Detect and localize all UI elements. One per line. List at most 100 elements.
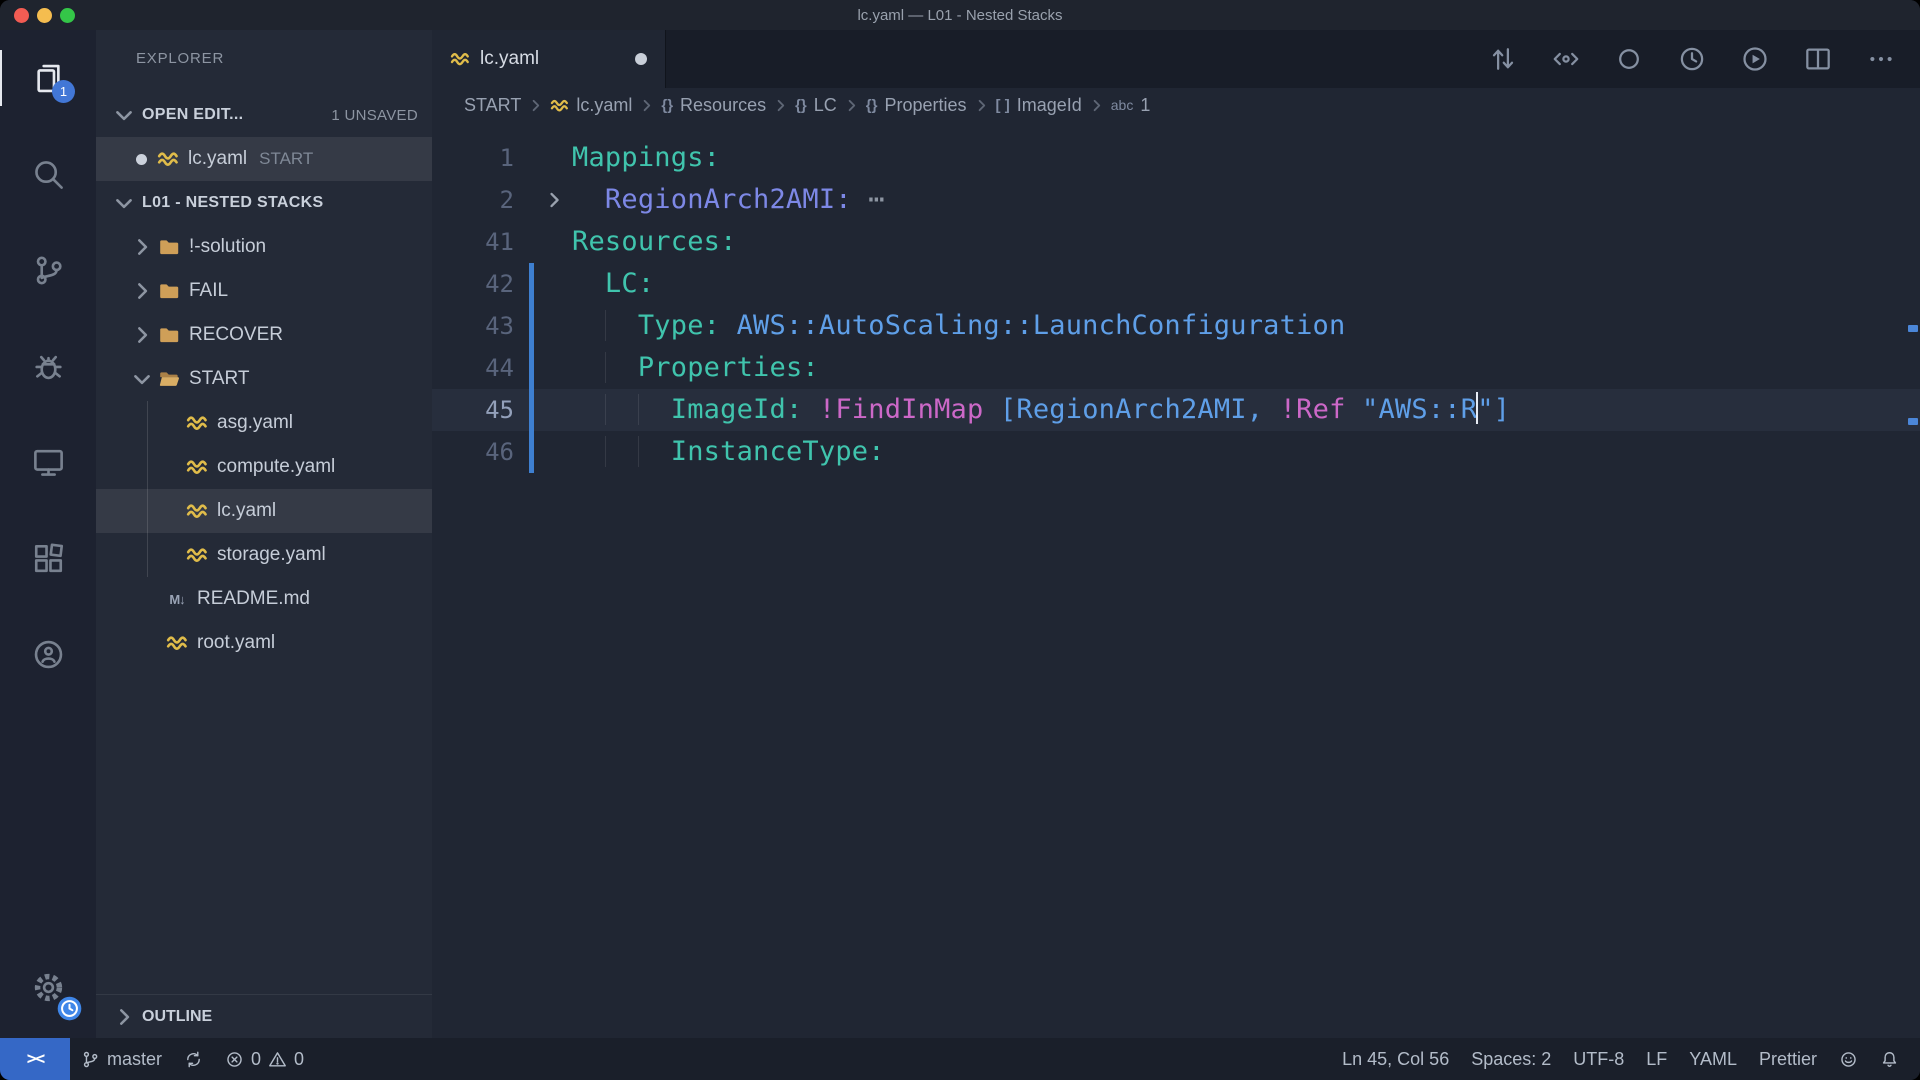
code-text[interactable]: Resources:: [572, 221, 737, 263]
tree-item-root-yaml[interactable]: root.yaml: [96, 621, 432, 665]
md-file-icon: M↓: [169, 591, 185, 607]
sync-button[interactable]: [173, 1038, 214, 1080]
indentation-status[interactable]: Spaces: 2: [1460, 1038, 1562, 1080]
source-control-icon: [31, 253, 66, 288]
line-number[interactable]: 44: [432, 347, 528, 389]
file-name: asg.yaml: [217, 412, 294, 433]
explorer-rows: OPEN EDIT... 1 UNSAVED lc.yaml START L01 - N…: [96, 93, 432, 665]
remote-indicator[interactable]: ><: [0, 1038, 70, 1080]
split-editor-button[interactable]: [1786, 30, 1849, 88]
cursor-position-status[interactable]: Ln 45, Col 56: [1331, 1038, 1460, 1080]
line-number[interactable]: 41: [432, 221, 528, 263]
file-history-button[interactable]: [1660, 30, 1723, 88]
breadcrumb-separator-icon: [527, 97, 544, 114]
line-number[interactable]: 43: [432, 305, 528, 347]
tab-bar: lc.yaml: [432, 30, 1920, 88]
activity-search[interactable]: [0, 126, 96, 222]
outline-section[interactable]: OUTLINE: [96, 994, 432, 1038]
code-line-41: 41 Resources:: [432, 221, 1920, 263]
line-number[interactable]: 1: [432, 137, 528, 179]
modified-line-indicator: [528, 263, 536, 305]
bell-icon: [1880, 1050, 1899, 1069]
code-line-46: 46 InstanceType:: [432, 431, 1920, 473]
code-lens-button[interactable]: [1534, 30, 1597, 88]
status-right: Ln 45, Col 56 Spaces: 2 UTF-8 LF YAML Pr…: [1331, 1038, 1920, 1080]
breadcrumb-lc[interactable]: {} LC: [793, 95, 839, 116]
code-text[interactable]: LC:: [572, 263, 654, 305]
breadcrumb-start[interactable]: START: [462, 95, 523, 116]
circle-button[interactable]: [1597, 30, 1660, 88]
code-text[interactable]: ImageId: !FindInMap [RegionArch2AMI, !Re…: [572, 389, 1510, 431]
yaml-file-icon: [550, 96, 569, 115]
line-number[interactable]: 2: [432, 179, 528, 221]
feedback-button[interactable]: [1828, 1038, 1869, 1080]
tree-item-fail[interactable]: FAIL: [96, 269, 432, 313]
zoom-button[interactable]: [60, 7, 75, 23]
section-label: L01 - NESTED STACKS: [142, 194, 324, 211]
tree-item-solution[interactable]: !-solution: [96, 225, 432, 269]
breadcrumbs: START lc.yaml {} Resources {} LC {} Properties […: [432, 88, 1920, 122]
code-text[interactable]: RegionArch2AMI: ⋯: [572, 179, 885, 221]
language-status[interactable]: YAML: [1678, 1038, 1748, 1080]
editor-content[interactable]: 1 Mappings: 2 RegionArch2AMI: ⋯ 41 Resources…: [432, 122, 1920, 1038]
minimize-button[interactable]: [37, 7, 52, 23]
activity-extensions[interactable]: [0, 510, 96, 606]
fold-space: [536, 221, 572, 263]
activity-explorer[interactable]: 1: [0, 30, 96, 126]
clock-badge-icon: [56, 995, 83, 1022]
git-branch-icon: [81, 1050, 100, 1069]
smiley-icon: [1839, 1050, 1858, 1069]
tree-item-readme-md[interactable]: M↓ README.md: [96, 577, 432, 621]
compare-changes-button[interactable]: [1471, 30, 1534, 88]
line-number[interactable]: 45: [432, 389, 528, 431]
activity-source-control[interactable]: [0, 222, 96, 318]
code-text[interactable]: Mappings:: [572, 137, 720, 179]
status-left: >< master 0 0: [0, 1038, 315, 1080]
code-text[interactable]: Type: AWS::AutoScaling::LaunchConfigurat…: [572, 305, 1345, 347]
yaml-file-icon: [186, 412, 208, 434]
chevron-right-icon: [543, 189, 565, 211]
file-name: README.md: [197, 588, 310, 609]
breadcrumb-properties[interactable]: {} Properties: [864, 95, 969, 116]
breadcrumb-imageid[interactable]: [ ] ImageId: [994, 95, 1084, 116]
problems-status[interactable]: 0 0: [214, 1038, 315, 1080]
code-text[interactable]: InstanceType:: [572, 431, 885, 473]
git-branch-status[interactable]: master: [70, 1038, 173, 1080]
gutter-space: [528, 137, 536, 179]
open-editors-header[interactable]: OPEN EDIT... 1 UNSAVED: [96, 93, 432, 137]
activity-manage[interactable]: [0, 942, 96, 1032]
error-icon: [225, 1050, 244, 1069]
close-button[interactable]: [14, 7, 29, 23]
breadcrumb-separator-icon: [638, 97, 655, 114]
tab-lc-yaml[interactable]: lc.yaml: [432, 30, 666, 88]
file-history-icon: [1677, 44, 1707, 74]
notifications-button[interactable]: [1869, 1038, 1910, 1080]
formatter-status[interactable]: Prettier: [1748, 1038, 1828, 1080]
eol-status[interactable]: LF: [1635, 1038, 1678, 1080]
activity-bar: 1: [0, 30, 96, 1038]
more-actions-button[interactable]: [1849, 30, 1912, 88]
activity-run-and-debug[interactable]: [0, 318, 96, 414]
fold-chevron[interactable]: [536, 179, 572, 221]
object-symbol-icon: {}: [865, 96, 878, 114]
modified-dot-icon[interactable]: [635, 53, 647, 65]
run-code-button[interactable]: [1723, 30, 1786, 88]
activity-live-share[interactable]: [0, 606, 96, 702]
open-editor-item-lc-yaml[interactable]: lc.yaml START: [96, 137, 432, 181]
overview-ruler[interactable]: [1906, 122, 1920, 1038]
breadcrumb-resources[interactable]: {} Resources: [659, 95, 768, 116]
project-section-header[interactable]: L01 - NESTED STACKS: [96, 181, 432, 225]
code-line-45: 45 ImageId: !FindInMap [RegionArch2AMI, …: [432, 389, 1920, 431]
activity-remote-explorer[interactable]: [0, 414, 96, 510]
code-text[interactable]: Properties:: [572, 347, 819, 389]
formatter: Prettier: [1758, 1048, 1817, 1069]
line-number[interactable]: 46: [432, 431, 528, 473]
breadcrumb-lc-yaml[interactable]: lc.yaml: [548, 95, 634, 116]
tree-item-start[interactable]: START: [96, 357, 432, 401]
ruler-mark: [1908, 325, 1918, 332]
encoding-status[interactable]: UTF-8: [1562, 1038, 1635, 1080]
warning-icon: [268, 1050, 287, 1069]
breadcrumb-1[interactable]: abc 1: [1109, 95, 1153, 116]
tree-item-recover[interactable]: RECOVER: [96, 313, 432, 357]
line-number[interactable]: 42: [432, 263, 528, 305]
